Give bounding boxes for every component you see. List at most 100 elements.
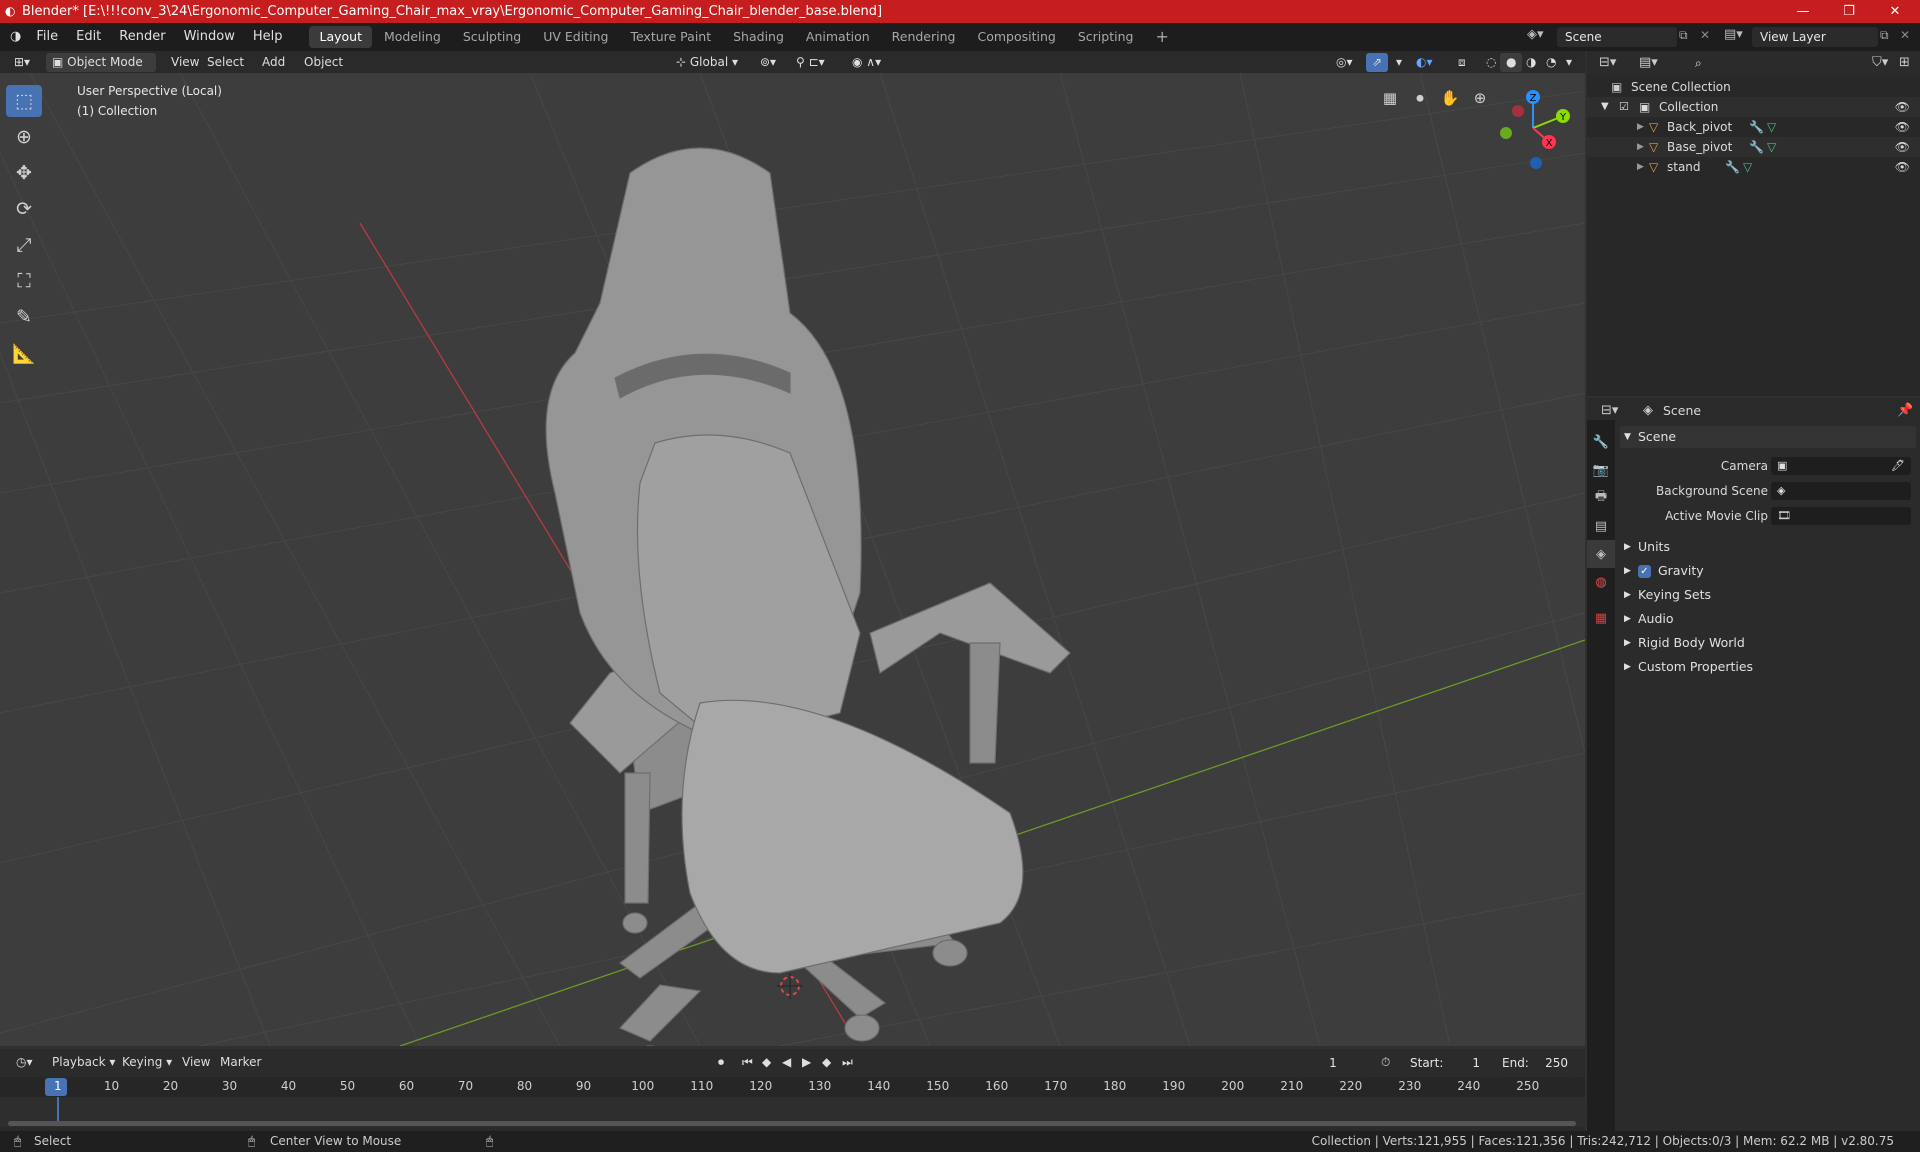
outliner-row-object[interactable]: ▶ ▽ Back_pivot 🔧 ▽ 👁 [1587, 117, 1920, 137]
gravity-checkbox[interactable]: ✓ [1638, 565, 1651, 578]
jump-keyframe-forward-icon[interactable]: ◆ [816, 1053, 837, 1072]
transform-tool-icon[interactable]: ⛶ [6, 265, 42, 297]
eye-icon[interactable]: 👁 [1895, 97, 1910, 117]
view-layer-tab-icon[interactable]: ▤ [1587, 512, 1615, 540]
select-box-tool-icon[interactable]: ⬚ [6, 85, 42, 117]
object-mode-dropdown[interactable]: ▣ Object Mode ▾ [46, 53, 156, 88]
tab-uv-editing[interactable]: UV Editing [533, 26, 618, 48]
navigation-gizmo[interactable]: Z Y X [1488, 83, 1578, 173]
timeline-ruler[interactable]: 1 10 20 30 40 50 60 70 80 90 100 110 120 130 140 150 160… [0, 1077, 1585, 1097]
outliner-row-object[interactable]: ▶ ▽ Base_pivot 🔧 ▽ 👁 [1587, 137, 1920, 157]
delete-scene-icon[interactable]: ✕ [1700, 28, 1710, 42]
units-section[interactable]: ▶ Units [1620, 536, 1916, 558]
tab-modeling[interactable]: Modeling [374, 26, 451, 48]
active-movie-clip-field[interactable]: 🎞 [1771, 507, 1911, 525]
gizmo-dropdown-icon[interactable]: ▾ [1390, 53, 1408, 72]
overlays-icon[interactable]: ◐▾ [1410, 53, 1439, 72]
start-frame-field[interactable]: Start: 1 [1400, 1053, 1490, 1073]
custom-properties-section[interactable]: ▶ Custom Properties [1620, 656, 1916, 678]
delete-view-layer-icon[interactable]: ✕ [1900, 28, 1910, 42]
annotate-tool-icon[interactable]: ✎ [6, 301, 42, 333]
texture-tab-icon[interactable]: ▦ [1587, 604, 1615, 632]
menu-file[interactable]: File [27, 23, 67, 51]
maximize-icon[interactable]: ❐ [1826, 0, 1872, 23]
rigid-body-world-section[interactable]: ▶ Rigid Body World [1620, 632, 1916, 654]
playback-menu[interactable]: Playback ▾ [46, 1053, 121, 1072]
filter-icon[interactable]: ⛉▾ [1872, 55, 1888, 70]
3d-viewport[interactable]: User Perspective (Local) (1) Collection … [0, 73, 1585, 1046]
tab-animation[interactable]: Animation [796, 26, 880, 48]
world-tab-icon[interactable]: ◍ [1587, 568, 1615, 596]
audio-section[interactable]: ▶ Audio [1620, 608, 1916, 630]
timeline-view-menu[interactable]: View [176, 1053, 216, 1072]
outliner-editor-type-icon[interactable]: ⊟▾ [1599, 55, 1616, 70]
render-tab-icon[interactable]: 📷 [1587, 456, 1615, 484]
eye-icon[interactable]: 👁 [1895, 157, 1910, 177]
outliner-row-scene-collection[interactable]: ▣ Scene Collection [1587, 77, 1920, 97]
add-workspace-icon[interactable]: + [1145, 26, 1178, 48]
pivot-point-icon[interactable]: ⊚▾ [754, 53, 782, 72]
tab-texture-paint[interactable]: Texture Paint [620, 26, 721, 48]
minimize-icon[interactable]: — [1780, 0, 1826, 23]
keying-menu[interactable]: Keying ▾ [116, 1053, 178, 1072]
outliner-row-collection[interactable]: ▼ ☑ ▣ Collection 👁 [1587, 97, 1920, 117]
view-layer-field[interactable]: View Layer [1752, 27, 1878, 47]
scale-tool-icon[interactable]: ⤢ [6, 229, 42, 261]
move-tool-icon[interactable]: ✥ [6, 157, 42, 189]
expand-arrow-icon[interactable]: ▶ [1637, 157, 1644, 177]
xray-icon[interactable]: ⧈ [1452, 53, 1472, 72]
menu-render[interactable]: Render [110, 23, 174, 51]
play-reverse-icon[interactable]: ◀ [776, 1053, 797, 1072]
camera-view-icon[interactable]: ⏺ [1407, 85, 1433, 111]
menu-select[interactable]: Select [201, 53, 250, 72]
proportional-edit-icon[interactable]: ◉ ∧▾ [846, 53, 887, 72]
menu-edit[interactable]: Edit [67, 23, 110, 51]
gizmo-toggle-icon[interactable]: ⇗ [1366, 53, 1389, 72]
eye-icon[interactable]: 👁 [1895, 117, 1910, 137]
expand-arrow-icon[interactable]: ▶ [1637, 117, 1644, 137]
rotate-tool-icon[interactable]: ⟳ [6, 193, 42, 225]
close-icon[interactable]: ✕ [1872, 0, 1918, 23]
record-icon[interactable]: ⏺ [712, 1053, 730, 1072]
output-tab-icon[interactable]: 🖶 [1587, 484, 1615, 512]
expand-arrow-icon[interactable]: ▼ [1601, 97, 1609, 117]
tab-shading[interactable]: Shading [723, 26, 794, 48]
menu-object[interactable]: Object [298, 53, 349, 72]
cursor-tool-icon[interactable]: ⊕ [6, 121, 42, 153]
new-view-layer-icon[interactable]: ⧉ [1880, 28, 1889, 43]
timeline-editor-type-icon[interactable]: ◷▾ [10, 1053, 39, 1072]
outliner-row-object[interactable]: ▶ ▽ stand 🔧 ▽ 👁 [1587, 157, 1920, 177]
tab-compositing[interactable]: Compositing [967, 26, 1065, 48]
tab-rendering[interactable]: Rendering [882, 26, 966, 48]
transform-orientation-dropdown[interactable]: ⊹ Global ▾ [670, 53, 744, 72]
blender-menu-icon[interactable]: ◑ [0, 23, 27, 51]
outliner-search-input[interactable]: ⌕ [1687, 53, 1797, 71]
tab-sculpting[interactable]: Sculpting [453, 26, 531, 48]
new-scene-icon[interactable]: ⧉ [1679, 28, 1688, 43]
snap-icon[interactable]: ⚲ ⊏▾ [790, 53, 831, 72]
scene-panel-header[interactable]: ▼ Scene [1620, 426, 1916, 448]
visibility-icon[interactable]: ◎▾ [1330, 53, 1359, 72]
display-mode-icon[interactable]: ▤▾ [1639, 55, 1658, 70]
view-layer-icon[interactable]: ▤▾ [1724, 27, 1743, 42]
menu-window[interactable]: Window [175, 23, 244, 51]
marker-menu[interactable]: Marker [214, 1053, 267, 1072]
scene-tab-icon[interactable]: ◈ [1587, 540, 1615, 568]
background-scene-field[interactable]: ◈ [1771, 482, 1911, 500]
collection-checkbox[interactable]: ☑ [1619, 97, 1629, 117]
measure-tool-icon[interactable]: 📐 [6, 337, 42, 369]
menu-view[interactable]: View [165, 53, 205, 72]
preview-range-icon[interactable]: ⏱ [1375, 1053, 1396, 1072]
zoom-view-icon[interactable]: ⊕ [1467, 85, 1493, 111]
eyedropper-icon[interactable]: 🖊 [1891, 455, 1905, 477]
scene-selector-icon[interactable]: ◈▾ [1527, 27, 1544, 42]
scene-field[interactable]: Scene [1557, 27, 1677, 47]
tab-scripting[interactable]: Scripting [1068, 26, 1144, 48]
gravity-section[interactable]: ▶ ✓ Gravity [1620, 560, 1916, 582]
jump-end-icon[interactable]: ⏭ [836, 1053, 859, 1072]
play-icon[interactable]: ▶ [796, 1053, 817, 1072]
menu-help[interactable]: Help [244, 23, 292, 51]
pan-view-icon[interactable]: ✋ [1437, 85, 1463, 111]
expand-arrow-icon[interactable]: ▶ [1637, 137, 1644, 157]
current-frame-field[interactable]: 1 [1297, 1053, 1369, 1073]
